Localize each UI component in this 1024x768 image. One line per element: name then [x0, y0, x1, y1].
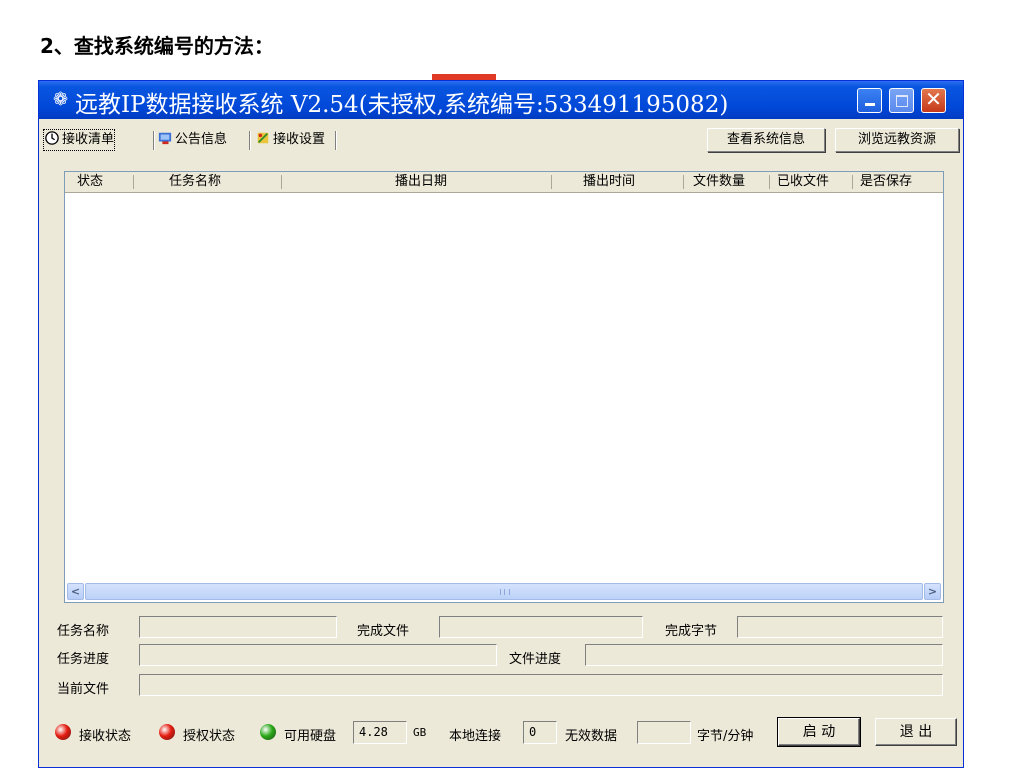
- tab-divider: [249, 131, 251, 150]
- title-bar[interactable]: ❁ 远教IP数据接收系统 V2.54(未授权,系统编号:533491195082…: [39, 81, 963, 119]
- minimize-icon: [864, 103, 875, 106]
- tab-label: 公告信息: [175, 132, 228, 147]
- auth-status-label: 授权状态: [183, 729, 236, 744]
- done-bytes-field: [737, 616, 943, 638]
- column-saved[interactable]: 是否保存: [860, 172, 912, 192]
- disk-label: 可用硬盘: [284, 729, 337, 744]
- window-title: 远教IP数据接收系统 V2.54(未授权,系统编号:533491195082): [75, 92, 729, 118]
- column-divider[interactable]: [281, 175, 282, 189]
- close-button[interactable]: ✕: [921, 88, 946, 113]
- file-progress-label: 文件进度: [509, 652, 562, 667]
- done-files-field: [439, 616, 643, 638]
- column-broadcast-time[interactable]: 播出时间: [583, 172, 635, 192]
- receive-status-led: [55, 724, 71, 740]
- chevron-left-icon: <: [70, 585, 81, 598]
- tab-label: 接收清单: [62, 132, 115, 147]
- done-files-label: 完成文件: [357, 624, 410, 639]
- app-icon[interactable]: ❁: [53, 89, 68, 110]
- column-status[interactable]: 状态: [77, 172, 103, 192]
- column-divider[interactable]: [769, 175, 770, 189]
- disk-status-led: [260, 724, 276, 740]
- minimize-button[interactable]: [857, 88, 882, 113]
- grip-icon: [500, 589, 510, 595]
- close-icon: ✕: [925, 87, 942, 111]
- tab-label: 接收设置: [273, 132, 326, 147]
- bulletin-icon: [158, 132, 172, 145]
- clock-icon: [45, 131, 59, 145]
- receive-status-label: 接收状态: [79, 729, 132, 744]
- disk-value: 4.28: [353, 721, 407, 744]
- column-divider[interactable]: [133, 175, 134, 189]
- auth-status-led: [159, 724, 175, 740]
- column-broadcast-date[interactable]: 播出日期: [395, 172, 447, 192]
- column-divider[interactable]: [852, 175, 853, 189]
- start-button[interactable]: 启 动: [777, 717, 861, 747]
- app-window: ❁ 远教IP数据接收系统 V2.54(未授权,系统编号:533491195082…: [38, 80, 964, 768]
- maximize-button[interactable]: [889, 88, 914, 113]
- disk-unit: GB: [413, 726, 427, 739]
- done-bytes-label: 完成字节: [665, 624, 718, 639]
- task-progress-label: 任务进度: [57, 652, 110, 667]
- document-heading: 2、查找系统编号的方法：: [40, 34, 274, 58]
- column-task-name[interactable]: 任务名称: [169, 172, 221, 192]
- chevron-right-icon: >: [927, 585, 938, 598]
- browse-resources-button[interactable]: 浏览远教资源: [835, 128, 959, 152]
- local-connection-value: 0: [523, 721, 557, 744]
- rate-unit-label: 字节/分钟: [697, 729, 754, 744]
- invalid-data-value: [637, 721, 691, 744]
- task-name-field: [139, 616, 337, 638]
- column-file-count[interactable]: 文件数量: [693, 172, 745, 192]
- tab-bulletin[interactable]: 公告信息: [157, 129, 227, 151]
- task-progress-bar: [139, 644, 497, 666]
- file-progress-bar: [585, 644, 943, 666]
- tab-receive-list[interactable]: 接收清单: [43, 129, 116, 151]
- column-divider[interactable]: [683, 175, 684, 189]
- current-file-field: [139, 674, 943, 696]
- maximize-icon: [895, 95, 908, 107]
- invalid-data-label: 无效数据: [565, 729, 618, 744]
- scroll-left-button[interactable]: <: [67, 583, 84, 600]
- exit-button[interactable]: 退 出: [875, 718, 957, 746]
- scroll-thumb[interactable]: [85, 583, 923, 600]
- tab-divider: [335, 131, 337, 150]
- task-name-label: 任务名称: [57, 624, 110, 639]
- tab-divider: [153, 131, 155, 150]
- local-connection-label: 本地连接: [449, 729, 502, 744]
- tab-receive-settings[interactable]: 接收设置: [255, 129, 325, 151]
- scroll-right-button[interactable]: >: [924, 583, 941, 600]
- list-header: 状态 任务名称 播出日期 播出时间 文件数量 已收文件 是否保存: [65, 172, 943, 193]
- column-received-files[interactable]: 已收文件: [777, 172, 829, 192]
- receive-list[interactable]: 状态 任务名称 播出日期 播出时间 文件数量 已收文件 是否保存 < >: [64, 171, 944, 603]
- current-file-label: 当前文件: [57, 682, 110, 697]
- horizontal-scrollbar[interactable]: < >: [67, 583, 941, 600]
- settings-icon: [257, 132, 269, 144]
- column-divider[interactable]: [551, 175, 552, 189]
- view-system-info-button[interactable]: 查看系统信息: [707, 128, 825, 152]
